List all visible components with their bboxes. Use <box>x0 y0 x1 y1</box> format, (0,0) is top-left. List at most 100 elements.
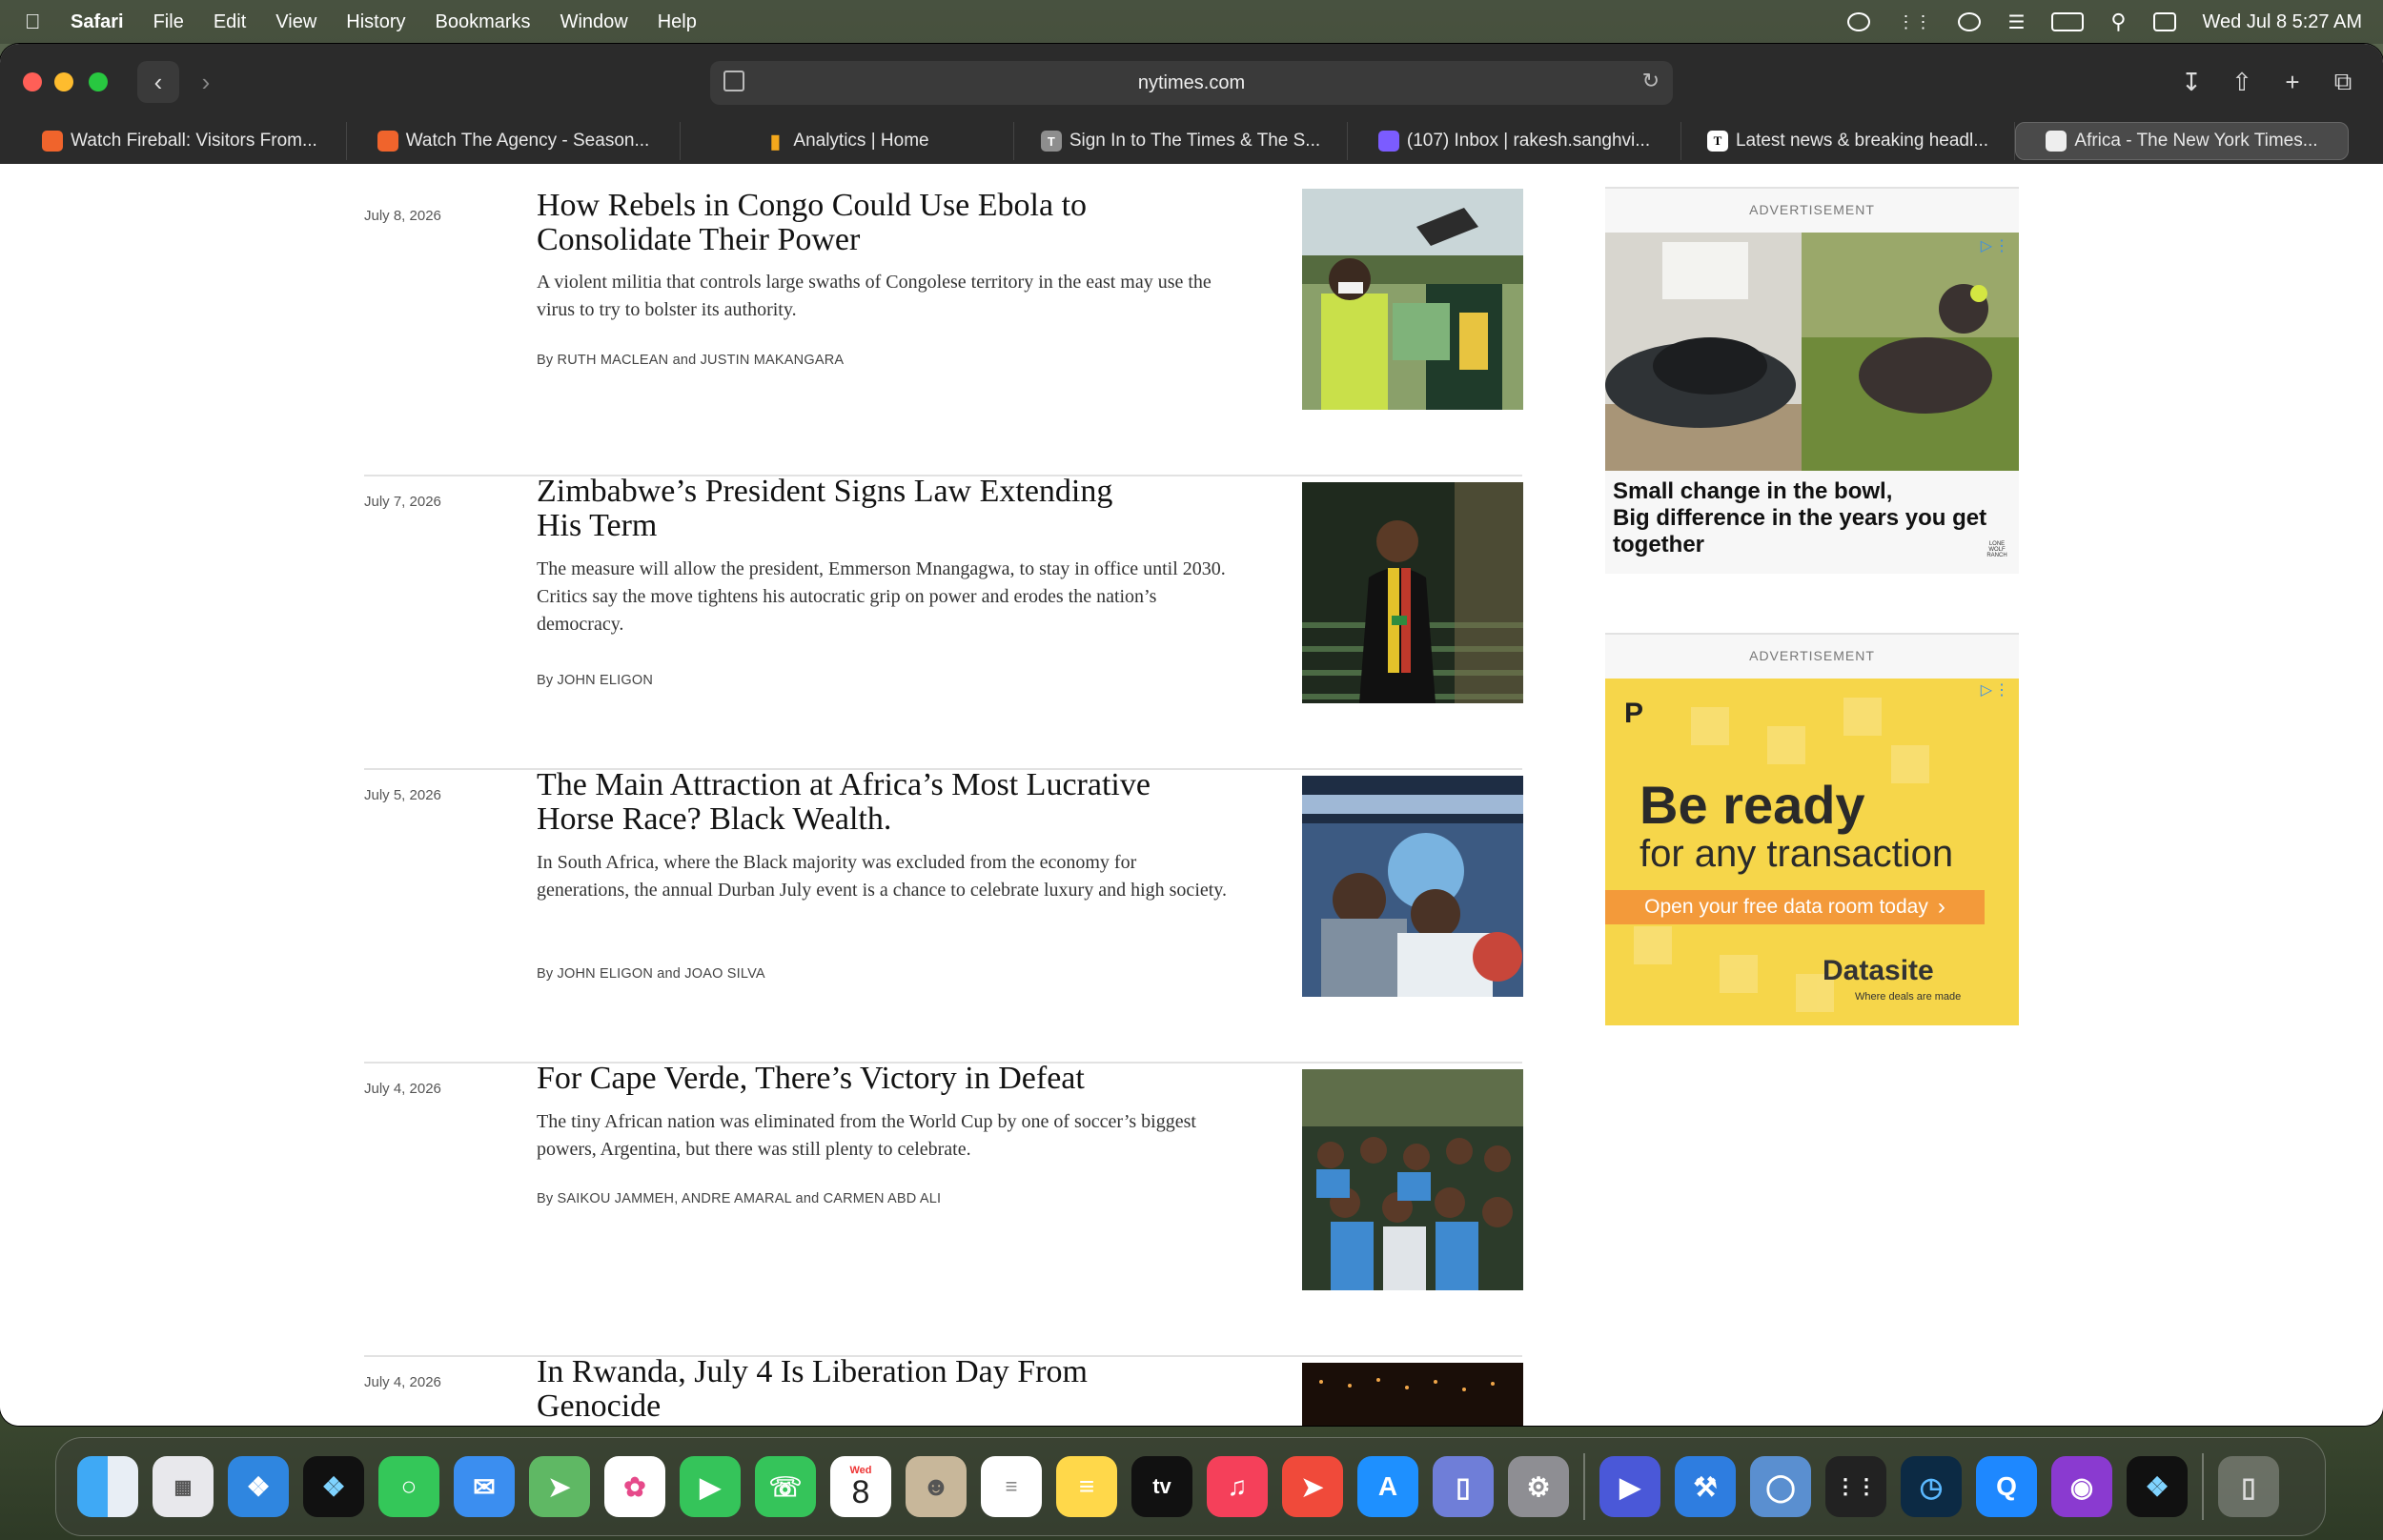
article-image[interactable] <box>1302 776 1523 997</box>
ad-cta-button[interactable]: Open your free data room today › <box>1605 890 1985 924</box>
menu-history[interactable]: History <box>346 11 405 33</box>
forward-chevron-icon[interactable]: › <box>185 61 227 103</box>
mail-icon <box>1377 131 1399 152</box>
article-headline[interactable]: How Rebels in Congo Could Use Ebola to C… <box>537 189 1156 257</box>
finder-icon[interactable] <box>77 1456 138 1517</box>
copilot-2-icon[interactable]: ❖ <box>2127 1456 2188 1517</box>
tab-label: Watch The Agency - Season... <box>405 131 650 151</box>
article-item: July 7, 2026 Zimbabwe’s President Signs … <box>364 475 1523 770</box>
share-icon[interactable]: ⇧ <box>2221 61 2263 103</box>
adchoices-icon[interactable]: ▷ <box>1981 680 1992 699</box>
trash-icon[interactable]: ▯ <box>2218 1456 2279 1517</box>
reader-mode-icon[interactable] <box>723 71 744 91</box>
rocket-icon[interactable]: ➤ <box>1282 1456 1343 1517</box>
battery-icon[interactable] <box>2051 12 2085 31</box>
github-icon[interactable]: ◉ <box>2051 1456 2112 1517</box>
tab-analytics[interactable]: ▮ Analytics | Home <box>681 122 1014 160</box>
mail-icon[interactable]: ✉ <box>454 1456 515 1517</box>
article-date: July 4, 2026 <box>364 1081 441 1097</box>
article-item: July 4, 2026 For Cape Verde, There’s Vic… <box>364 1062 1523 1357</box>
tab-nyt-latest[interactable]: T Latest news & breaking headl... <box>1681 122 2015 160</box>
minimize-window-button[interactable] <box>54 72 73 91</box>
tab-the-agency[interactable]: Watch The Agency - Season... <box>347 122 681 160</box>
nyt-icon: T <box>1706 131 1728 152</box>
play-status-icon[interactable] <box>1958 12 1982 31</box>
ad-menu-icon[interactable]: ⋮ <box>1994 680 2009 699</box>
menu-window[interactable]: Window <box>560 11 628 33</box>
menu-help[interactable]: Help <box>658 11 697 33</box>
times-icon: T <box>1040 131 1062 152</box>
ad-menu-icon[interactable]: ⋮ <box>1994 236 2009 255</box>
ad-subtitle: for any transaction <box>1640 833 1954 875</box>
close-window-button[interactable] <box>23 72 42 91</box>
reminders-icon[interactable]: ≡ <box>981 1456 1042 1517</box>
safari-icon[interactable]: ❖ <box>228 1456 289 1517</box>
new-tab-icon[interactable]: + <box>2271 61 2313 103</box>
article-item: July 8, 2026 How Rebels in Congo Could U… <box>364 189 1523 476</box>
app-store-icon[interactable]: A <box>1357 1456 1418 1517</box>
simulator-icon[interactable]: ▯ <box>1433 1456 1494 1517</box>
maps-icon[interactable]: ➤ <box>529 1456 590 1517</box>
analytics-icon: ▮ <box>769 131 781 152</box>
back-chevron-icon[interactable]: ‹ <box>137 61 179 103</box>
apple-tv-icon[interactable]: tv <box>1131 1456 1192 1517</box>
advertisement-1[interactable]: ADVERTISEMENT ▷ ⋮ Small change in the bo… <box>1605 187 2019 574</box>
menu-file[interactable]: File <box>153 11 184 33</box>
tab-overview-icon[interactable]: ⧉ <box>2322 61 2364 103</box>
photos-icon[interactable]: ✿ <box>604 1456 665 1517</box>
tab-fireball[interactable]: Watch Fireball: Visitors From... <box>13 122 347 160</box>
spotlight-search-icon[interactable]: ⚲ <box>2110 10 2126 34</box>
copilot-icon[interactable]: ❖ <box>303 1456 364 1517</box>
dots-status-icon[interactable]: ⋮⋮ <box>1897 12 1931 32</box>
article-headline[interactable]: Zimbabwe’s President Signs Law Extending… <box>537 475 1156 543</box>
crunchyroll-icon <box>377 131 398 152</box>
article-headline[interactable]: The Main Attraction at Africa’s Most Luc… <box>537 768 1156 837</box>
zoom-window-button[interactable] <box>89 72 108 91</box>
speedometer-icon[interactable]: ◷ <box>1901 1456 1962 1517</box>
disk-icon[interactable]: ◯ <box>1750 1456 1811 1517</box>
article-headline[interactable]: In Rwanda, July 4 Is Liberation Day From… <box>537 1355 1204 1424</box>
article-image[interactable] <box>1302 1069 1523 1290</box>
messages-icon[interactable]: ○ <box>378 1456 439 1517</box>
browser-toolbar: ‹ › nytimes.com ↻ ↧ ⇧ + ⧉ Watch Fireball… <box>0 44 2383 164</box>
xcode-icon[interactable]: ⚒ <box>1675 1456 1736 1517</box>
phone-icon[interactable]: ☏ <box>755 1456 816 1517</box>
dock-separator <box>1583 1453 1585 1520</box>
article-headline[interactable]: For Cape Verde, There’s Victory in Defea… <box>537 1062 1204 1096</box>
ad-brand: LONE WOLF RANCH <box>1986 541 2007 558</box>
calendar-icon[interactable]: Wed 8 <box>830 1456 891 1517</box>
system-settings-icon[interactable]: ⚙ <box>1508 1456 1569 1517</box>
tab-times-signin[interactable]: T Sign In to The Times & The S... <box>1014 122 1348 160</box>
facetime-icon[interactable]: ▶ <box>680 1456 741 1517</box>
copilot-status-icon[interactable] <box>1847 12 1871 31</box>
advertisement-2[interactable]: ADVERTISEMENT P ▷ ⋮ Be ready for any tra… <box>1605 633 2019 1025</box>
apple-menu-icon[interactable]:  <box>25 10 53 34</box>
menu-view[interactable]: View <box>275 11 316 33</box>
adchoices-icon[interactable]: ▷ <box>1981 236 1992 255</box>
wifi-icon[interactable]: ☰ <box>2007 10 2025 34</box>
music-icon[interactable]: ♫ <box>1207 1456 1268 1517</box>
launchpad-icon[interactable]: ▦ <box>153 1456 214 1517</box>
menu-app-name[interactable]: Safari <box>71 11 124 33</box>
downloads-icon[interactable]: ↧ <box>2170 61 2212 103</box>
article-image[interactable] <box>1302 189 1523 410</box>
quick-icon[interactable]: Q <box>1976 1456 2037 1517</box>
crunchyroll-icon <box>42 131 64 152</box>
tab-inbox[interactable]: (107) Inbox | rakesh.sanghvi... <box>1348 122 1681 160</box>
reload-icon[interactable]: ↻ <box>1642 69 1660 93</box>
article-image[interactable] <box>1302 482 1523 703</box>
article-image[interactable] <box>1302 1363 1523 1426</box>
menu-edit[interactable]: Edit <box>214 11 246 33</box>
article-date: July 8, 2026 <box>364 208 441 224</box>
address-bar[interactable]: nytimes.com ↻ <box>710 61 1673 105</box>
calendar-day: 8 <box>851 1473 870 1510</box>
notes-icon[interactable]: ≡ <box>1056 1456 1117 1517</box>
grid-icon[interactable]: ⋮⋮ <box>1825 1456 1886 1517</box>
tab-africa-nyt[interactable]: Africa - The New York Times... <box>2015 122 2349 160</box>
menu-bookmarks[interactable]: Bookmarks <box>436 11 531 33</box>
contacts-icon[interactable]: ☻ <box>906 1456 967 1517</box>
remote-desktop-icon[interactable]: ▶ <box>1599 1456 1660 1517</box>
menubar-clock[interactable]: Wed Jul 8 5:27 AM <box>2203 11 2363 33</box>
dock: ▦ ❖ ❖ ○ ✉ ➤ ✿ ▶ ☏ Wed 8 ☻ ≡ ≡ tv ♫ ➤ A ▯ … <box>55 1437 2326 1536</box>
control-center-icon[interactable] <box>2152 12 2176 31</box>
